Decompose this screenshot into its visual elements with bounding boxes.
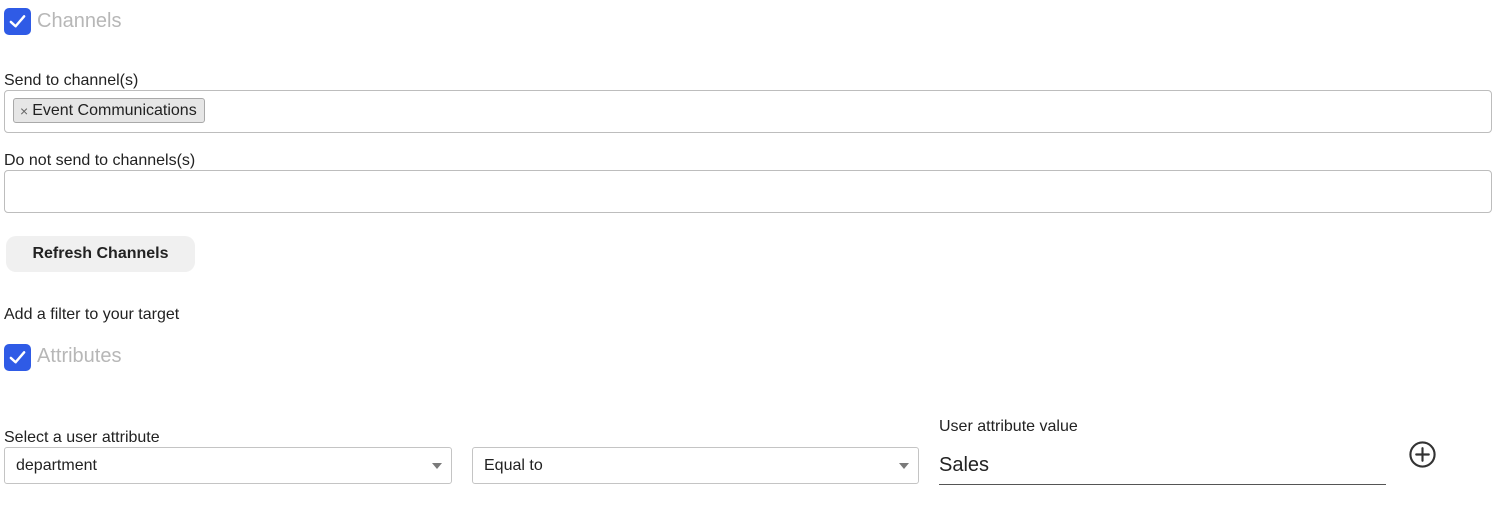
checkmark-icon [9,15,26,28]
attribute-value-text: Sales [939,453,990,476]
attribute-select-label: Select a user attribute [4,429,160,446]
exclude-channels-label: Do not send to channels(s) [4,152,196,169]
channel-tag-label: Event Communications [32,101,197,119]
channels-checkbox[interactable] [4,8,31,35]
exclude-channels-input[interactable] [4,170,1492,213]
refresh-channels-button[interactable]: Refresh Channels [6,236,195,272]
send-to-channels-label: Send to channel(s) [4,72,139,89]
caret-down-icon [899,463,909,469]
caret-down-icon [432,463,442,469]
attribute-select-value: department [16,456,97,474]
channels-title: Channels [37,10,122,32]
filter-heading: Add a filter to your target [4,306,180,323]
attribute-value-input[interactable]: Sales [939,446,1386,485]
operator-select-value: Equal to [484,456,543,474]
checkmark-icon [9,351,26,364]
attribute-value-label: User attribute value [939,418,1078,435]
attributes-title: Attributes [37,345,122,367]
channel-tag: × Event Communications [13,98,205,123]
send-to-channels-input[interactable]: × Event Communications [4,90,1492,133]
plus-circle-icon[interactable] [1408,440,1437,469]
attributes-checkbox[interactable] [4,344,31,371]
remove-tag-icon[interactable]: × [20,104,28,118]
targeting-form: Channels Send to channel(s) × Event Comm… [0,0,1504,508]
attribute-select[interactable]: department [4,447,452,484]
operator-select[interactable]: Equal to [472,447,919,484]
